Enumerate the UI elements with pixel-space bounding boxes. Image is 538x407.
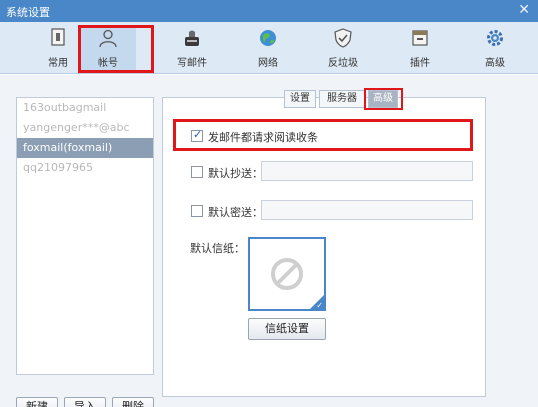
new-account-button[interactable]: 新建 <box>16 397 58 407</box>
default-bcc-input[interactable] <box>261 200 473 220</box>
account-item-selected[interactable]: foxmail(foxmail) <box>17 138 153 158</box>
stationery-settings-button[interactable]: 信纸设置 <box>248 318 326 340</box>
toolbar-label-plugins: 插件 <box>410 58 430 69</box>
compose-icon <box>164 28 220 50</box>
gear-icon <box>467 28 523 50</box>
read-receipt-checkbox[interactable]: ✓ <box>191 128 203 142</box>
checkmark-icon: ✓ <box>193 128 203 141</box>
stationery-label: 默认信纸： <box>190 242 245 255</box>
account-item[interactable]: 163outbagmail <box>17 98 153 118</box>
toolbar-item-general[interactable]: 常用 <box>30 26 86 70</box>
toolbar-label-account: 帐号 <box>98 58 118 69</box>
account-item[interactable]: qq21097965 <box>17 158 153 178</box>
globe-icon <box>240 28 296 50</box>
selected-check-icon: ✓ <box>316 301 323 310</box>
default-cc-checkbox[interactable] <box>191 166 203 178</box>
toolbar-label-network: 网络 <box>258 58 278 69</box>
tab-advanced[interactable]: 高级 <box>368 90 398 108</box>
account-list[interactable]: 163outbagmail yangenger***@abc foxmail(f… <box>16 97 154 375</box>
toolbar-item-account[interactable]: 帐号 <box>80 26 136 70</box>
no-stationery-icon <box>271 258 303 290</box>
close-icon[interactable]: ✕ <box>518 2 530 18</box>
default-cc-input[interactable] <box>261 161 473 181</box>
toolbar-item-network[interactable]: 网络 <box>240 26 296 70</box>
import-account-button[interactable]: 导入 <box>64 397 106 407</box>
settings-toolbar: 常用 帐号 写邮件 网络 反垃圾 插件 高级 <box>0 22 538 74</box>
toolbar-label-general: 常用 <box>48 58 68 69</box>
default-bcc-checkbox[interactable] <box>191 205 203 217</box>
tab-settings[interactable]: 设置 <box>284 90 316 108</box>
read-receipt-label: 发邮件都请求阅读收条 <box>208 131 318 144</box>
plugin-icon <box>392 28 448 50</box>
toolbar-item-compose[interactable]: 写邮件 <box>164 26 220 70</box>
tab-server[interactable]: 服务器 <box>319 90 365 108</box>
toolbar-label-compose: 写邮件 <box>177 58 207 69</box>
toolbar-item-advanced[interactable]: 高级 <box>467 26 523 70</box>
toolbar-label-antispam: 反垃圾 <box>328 58 358 69</box>
stationery-preview[interactable]: ✓ <box>248 237 326 311</box>
shield-icon <box>315 28 371 50</box>
settings-panel-icon <box>30 28 86 50</box>
window-title: 系统设置 <box>6 6 50 19</box>
delete-account-button[interactable]: 删除 <box>112 397 154 407</box>
user-icon <box>80 28 136 50</box>
title-bar: 系统设置 ✕ <box>0 0 538 22</box>
default-cc-label: 默认抄送： <box>208 167 263 180</box>
toolbar-label-advanced: 高级 <box>485 58 505 69</box>
default-bcc-label: 默认密送： <box>208 206 263 219</box>
toolbar-item-plugins[interactable]: 插件 <box>392 26 448 70</box>
account-item[interactable]: yangenger***@abc <box>17 118 153 138</box>
toolbar-item-antispam[interactable]: 反垃圾 <box>315 26 371 70</box>
